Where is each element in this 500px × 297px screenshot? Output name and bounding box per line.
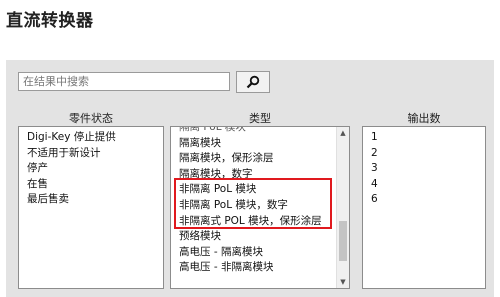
- list-item[interactable]: 最后售卖: [19, 192, 163, 208]
- scroll-down-icon[interactable]: ▼: [337, 276, 349, 288]
- list-item[interactable]: 高电压 - 非隔离模块: [171, 260, 337, 276]
- outputs-header: 输出数: [407, 112, 441, 125]
- part-status-header: 零件状态: [69, 112, 113, 125]
- part-status-list[interactable]: Digi-Key 停止提供 不适用于新设计 停产 在售 最后售卖: [18, 126, 164, 289]
- list-item[interactable]: 1: [363, 130, 485, 146]
- list-item[interactable]: 在售: [19, 177, 163, 193]
- scroll-up-icon[interactable]: ▲: [337, 127, 349, 139]
- list-item[interactable]: 4: [363, 177, 485, 193]
- list-item[interactable]: 2: [363, 146, 485, 162]
- highlight-box: [174, 178, 332, 229]
- list-item[interactable]: 不适用于新设计: [19, 146, 163, 162]
- list-item[interactable]: 预络模块: [171, 229, 337, 245]
- search-button[interactable]: [236, 71, 270, 93]
- list-item-partial[interactable]: 隔离 PoL 模块: [171, 127, 337, 136]
- type-header: 类型: [249, 112, 271, 125]
- list-item[interactable]: 3: [363, 161, 485, 177]
- filter-panel: 在结果中搜索 零件状态 Digi-Key 停止提供 不适用于新设计 停产 在售 …: [6, 60, 494, 297]
- search-icon: [246, 75, 260, 89]
- list-item[interactable]: 隔离模块，保形涂层: [171, 151, 337, 167]
- list-item[interactable]: Digi-Key 停止提供: [19, 130, 163, 146]
- scrollbar-thumb[interactable]: [339, 221, 347, 262]
- page-title: 直流转换器: [6, 11, 94, 31]
- list-item[interactable]: 隔离模块: [171, 136, 337, 152]
- search-input[interactable]: 在结果中搜索: [18, 72, 230, 91]
- outputs-list[interactable]: 1 2 3 4 6: [362, 126, 486, 289]
- list-item[interactable]: 停产: [19, 161, 163, 177]
- list-item[interactable]: 高电压 - 隔离模块: [171, 245, 337, 261]
- list-item[interactable]: 6: [363, 192, 485, 208]
- type-list-scrollbar[interactable]: ▲ ▼: [336, 127, 349, 288]
